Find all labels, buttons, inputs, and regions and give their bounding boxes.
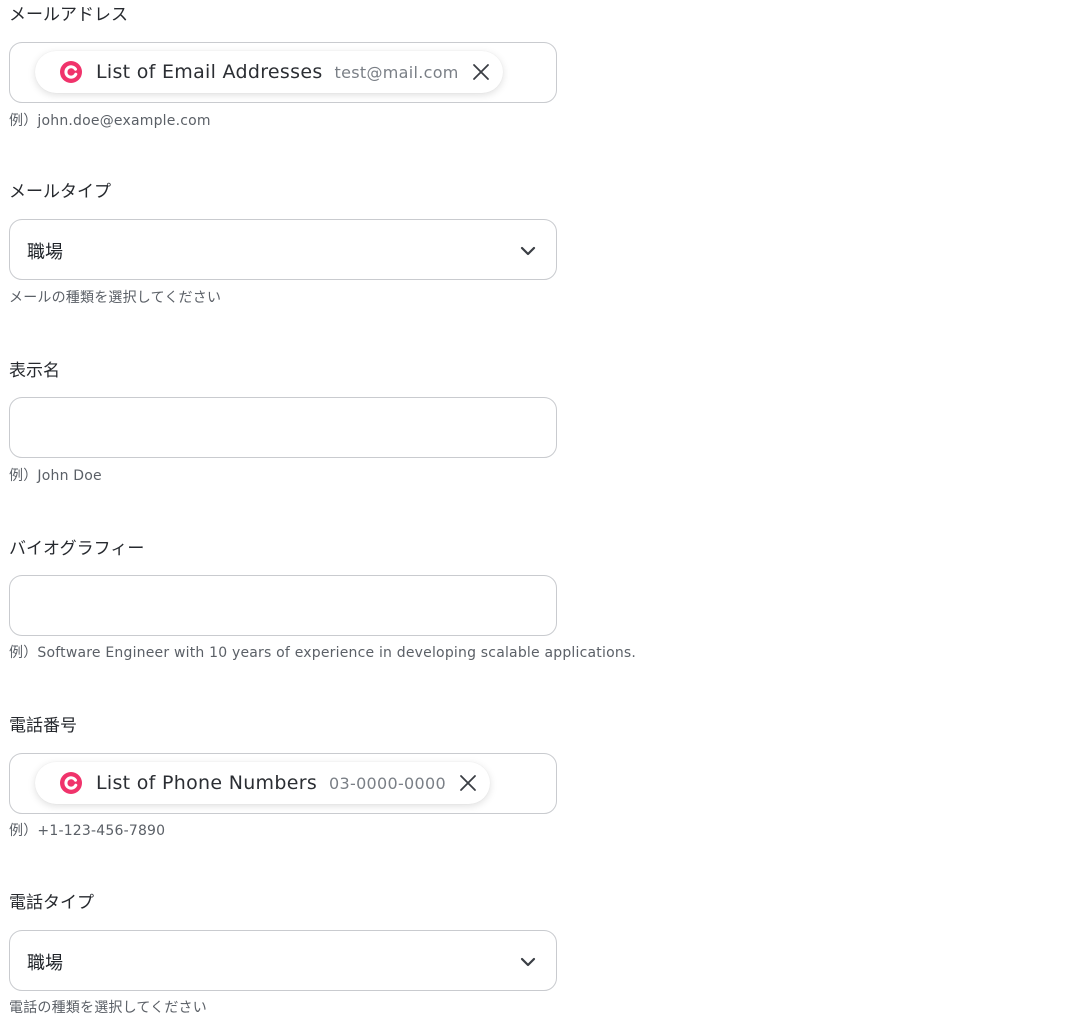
chevron-down-icon <box>520 957 536 967</box>
display-name-hint: 例）John Doe <box>9 468 102 484</box>
contact-form: メールアドレス List of Email Addresses test@mai… <box>0 0 1067 1021</box>
display-name-field: 表示名 例）John Doe <box>9 359 709 484</box>
chip-name: List of Email Addresses <box>96 61 323 83</box>
phone-type-select[interactable]: 職場 <box>9 930 557 991</box>
yoom-logo-icon <box>60 772 82 794</box>
biography-label: バイオグラフィー <box>9 539 145 559</box>
display-name-label: 表示名 <box>9 361 60 381</box>
email-type-hint: メールの種類を選択してください <box>9 290 222 306</box>
chip-value: 03-0000-0000 <box>329 773 446 793</box>
close-icon[interactable] <box>458 773 478 793</box>
email-type-select[interactable]: 職場 <box>9 219 557 280</box>
phone-label: 電話番号 <box>9 716 77 736</box>
chip-name: List of Phone Numbers <box>96 772 318 794</box>
biography-hint: 例）Software Engineer with 10 years of exp… <box>9 645 637 661</box>
email-type-selected: 職場 <box>27 242 63 263</box>
phone-type-field: 電話タイプ 職場 電話の種類を選択してください <box>9 891 709 1016</box>
email-variable-chip[interactable]: List of Email Addresses test@mail.com <box>35 51 503 93</box>
phone-type-selected: 職場 <box>27 953 63 974</box>
yoom-logo-icon <box>60 61 82 83</box>
phone-type-label: 電話タイプ <box>9 893 94 913</box>
display-name-input[interactable] <box>9 397 557 458</box>
email-input[interactable]: List of Email Addresses test@mail.com <box>9 42 557 103</box>
email-label: メールアドレス <box>9 5 128 25</box>
chevron-down-icon <box>520 246 536 256</box>
close-icon[interactable] <box>471 62 491 82</box>
phone-type-hint: 電話の種類を選択してください <box>9 1000 207 1016</box>
email-field: メールアドレス List of Email Addresses test@mai… <box>9 3 709 129</box>
phone-input[interactable]: List of Phone Numbers 03-0000-0000 <box>9 753 557 814</box>
biography-input[interactable] <box>9 575 557 636</box>
email-type-label: メールタイプ <box>9 182 111 202</box>
email-hint: 例）john.doe@example.com <box>9 113 211 129</box>
email-type-field: メールタイプ 職場 メールの種類を選択してください <box>9 180 709 306</box>
chip-value: test@mail.com <box>334 62 459 82</box>
biography-field: バイオグラフィー 例）Software Engineer with 10 yea… <box>9 537 709 661</box>
phone-field: 電話番号 List of Phone Numbers 03-0000-0000 … <box>9 714 709 839</box>
phone-variable-chip[interactable]: List of Phone Numbers 03-0000-0000 <box>35 762 490 804</box>
phone-hint: 例）+1-123-456-7890 <box>9 823 166 839</box>
